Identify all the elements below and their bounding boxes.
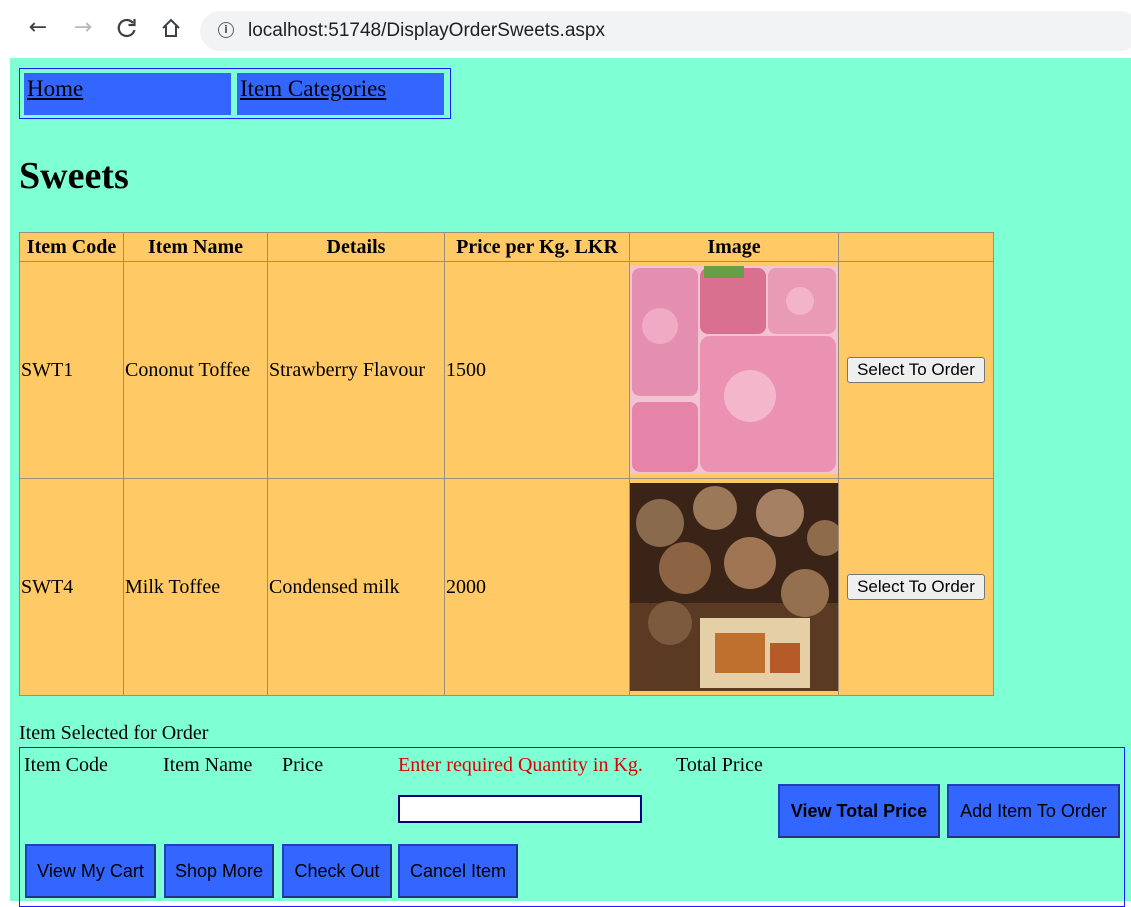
menu-item-home[interactable]: Home bbox=[24, 73, 231, 115]
page-title: Sweets bbox=[19, 155, 129, 197]
info-icon[interactable]: i bbox=[218, 22, 234, 38]
cell-item-code: SWT1 bbox=[19, 261, 124, 479]
cell-details: Condensed milk bbox=[267, 478, 445, 696]
order-panel: Item Code Item Name Price Enter required… bbox=[19, 747, 1125, 907]
add-item-to-order-button[interactable]: Add Item To Order bbox=[947, 784, 1120, 838]
cell-item-name: Milk Toffee bbox=[123, 478, 268, 696]
page-body: Home Item Categories Sweets Item Code It… bbox=[10, 58, 1131, 907]
cell-item-code: SWT4 bbox=[19, 478, 124, 696]
view-total-price-button[interactable]: View Total Price bbox=[778, 784, 940, 838]
table-row: SWT4 Milk Toffee Condensed milk 2000 Sel… bbox=[19, 478, 994, 696]
header-item-name: Item Name bbox=[123, 232, 268, 262]
view-my-cart-button[interactable]: View My Cart bbox=[25, 844, 156, 898]
selection-caption: Item Selected for Order bbox=[19, 722, 209, 744]
cell-item-name: Cononut Toffee bbox=[123, 261, 268, 479]
shop-more-button[interactable]: Shop More bbox=[164, 844, 274, 898]
home-glyph bbox=[162, 18, 180, 37]
milk-toffee-cups-image bbox=[630, 483, 838, 691]
header-item-code: Item Code bbox=[19, 232, 124, 262]
check-out-button[interactable]: Check Out bbox=[282, 844, 392, 898]
top-menu: Home Item Categories bbox=[19, 68, 451, 119]
cancel-item-button[interactable]: Cancel Item bbox=[398, 844, 518, 898]
cell-price: 1500 bbox=[444, 261, 630, 479]
select-to-order-button[interactable]: Select To Order bbox=[847, 357, 985, 383]
item-name-label: Item Name bbox=[163, 754, 253, 776]
item-code-label: Item Code bbox=[24, 754, 108, 776]
address-bar[interactable]: i localhost:51748/DisplayOrderSweets.asp… bbox=[200, 11, 1131, 51]
menu-item-item-categories[interactable]: Item Categories bbox=[237, 73, 444, 115]
sweets-table: Item Code Item Name Details Price per Kg… bbox=[19, 232, 994, 696]
cell-details: Strawberry Flavour bbox=[267, 261, 445, 479]
reload-icon[interactable] bbox=[113, 14, 141, 42]
header-image: Image bbox=[629, 232, 839, 262]
browser-toolbar: ← → i localhost:51748/DisplayOrderSweets… bbox=[0, 0, 1131, 58]
cell-price: 2000 bbox=[444, 478, 630, 696]
table-header-row: Item Code Item Name Details Price per Kg… bbox=[19, 232, 994, 262]
cell-image bbox=[629, 261, 839, 479]
url-text[interactable]: localhost:51748/DisplayOrderSweets.aspx bbox=[248, 20, 605, 42]
quantity-input[interactable] bbox=[398, 795, 642, 823]
header-action bbox=[838, 232, 994, 262]
cell-image bbox=[629, 478, 839, 696]
reload-glyph bbox=[117, 18, 136, 38]
header-details: Details bbox=[267, 232, 445, 262]
select-to-order-button[interactable]: Select To Order bbox=[847, 574, 985, 600]
table-row: SWT1 Cononut Toffee Strawberry Flavour 1… bbox=[19, 261, 994, 479]
back-arrow-icon[interactable]: ← bbox=[24, 14, 52, 42]
header-price: Price per Kg. LKR bbox=[444, 232, 630, 262]
home-icon[interactable] bbox=[157, 14, 185, 42]
cell-action: Select To Order bbox=[838, 261, 994, 479]
forward-arrow-icon[interactable]: → bbox=[69, 14, 97, 42]
cell-action: Select To Order bbox=[838, 478, 994, 696]
price-label: Price bbox=[282, 754, 324, 776]
quantity-prompt: Enter required Quantity in Kg. bbox=[398, 754, 643, 776]
total-price-label: Total Price bbox=[676, 754, 763, 776]
pink-coconut-toffee-image bbox=[630, 266, 838, 474]
